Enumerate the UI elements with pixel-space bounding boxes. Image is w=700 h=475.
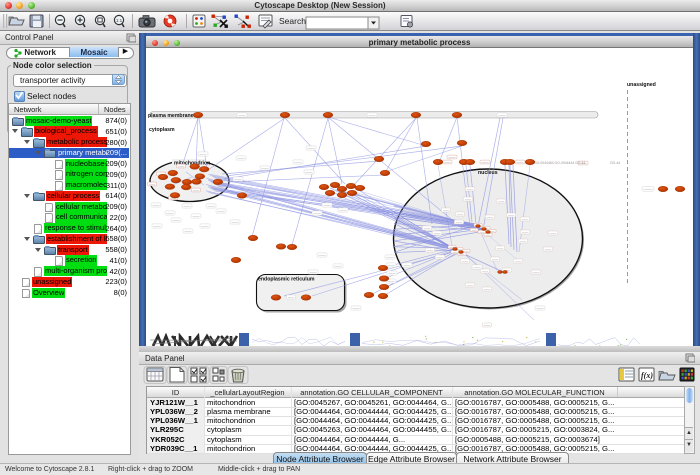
svg-text:GO-0044464 GO-0044444 GO-44: GO-0044464 GO-0044444 GO-44 — [534, 161, 585, 165]
svg-text:1:1: 1:1 — [116, 18, 123, 23]
svg-text:endoplasmic reticulum: endoplasmic reticulum — [258, 277, 315, 283]
svg-text:cytoplasm: cytoplasm — [149, 127, 175, 133]
svg-text:GO-44: GO-44 — [610, 161, 620, 165]
svg-text:plasma membrane: plasma membrane — [148, 113, 194, 119]
svg-text:nucleus: nucleus — [478, 170, 498, 176]
svg-text:unassigned: unassigned — [627, 82, 656, 88]
svg-text:Search:: Search: — [279, 16, 308, 26]
svg-text:f(x): f(x) — [641, 371, 653, 380]
